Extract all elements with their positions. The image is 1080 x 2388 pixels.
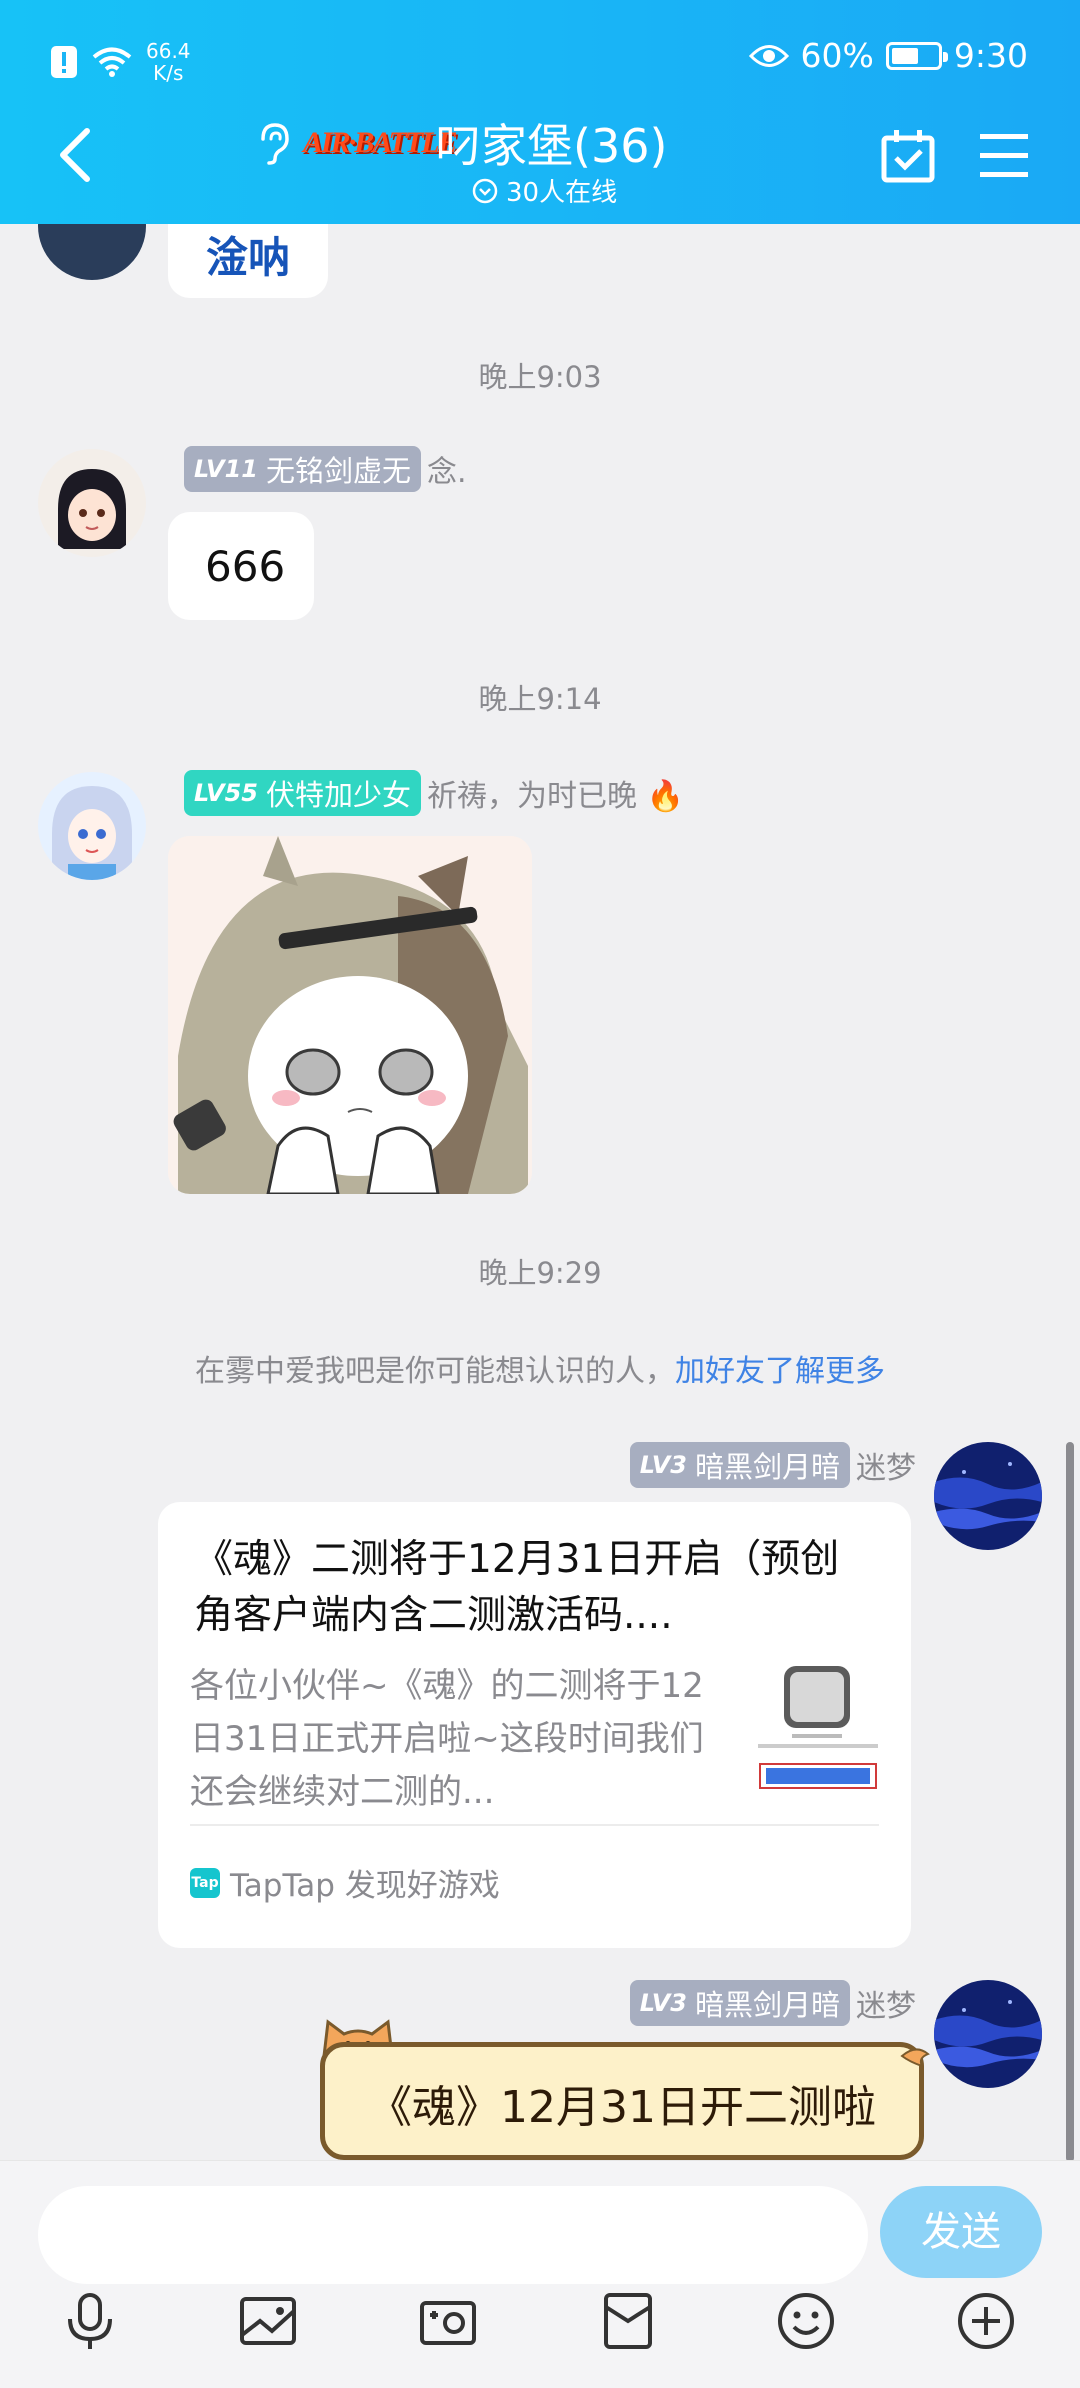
sender-name[interactable]: 迷梦 [856,1981,916,2025]
top-bar: 66.4 K/s 60% 9:30 AIR·BATTLE 叼家堡(36) 30人… [0,0,1080,224]
timestamp: 晚上9:29 [478,1256,602,1290]
sender-line: LV11 无铭剑虚无 念. [184,446,467,492]
alert-icon [51,46,77,78]
sender-name[interactable]: 祈祷，为时已晚 🔥 [427,771,684,815]
clock: 9:30 [953,36,1028,75]
sender-line: LV55 伏特加少女 祈祷，为时已晚 🔥 [184,770,684,816]
link-card[interactable]: 《魂》二测将于12月31日开启（预创角客户端内含二测激活码.... 各位小伙伴~… [158,1502,911,1948]
message-text: 666 [205,542,286,591]
group-title: 叼家堡(36) [435,119,668,173]
friend-suggestion: 在雾中爱我吧是你可能想认识的人，加好友了解更多 [195,1354,885,1389]
level-badge: LV3 暗黑剑月暗 [629,1442,850,1488]
send-button[interactable]: 发送 [880,2186,1042,2278]
sticker-image[interactable] [168,836,532,1194]
level-badge: LV3 暗黑剑月暗 [629,1980,850,2026]
wifi-icon [92,47,132,77]
emoji-icon[interactable] [776,2291,836,2351]
message-text: 《魂》12月31日开二测啦 [368,2082,876,2133]
timestamp: 晚上9:14 [478,682,602,716]
status-bar: 66.4 K/s 60% 9:30 [0,30,1080,90]
battery-percent: 60% [800,36,874,75]
message-input[interactable] [38,2186,868,2284]
online-count[interactable]: 30人在线 [472,172,617,209]
calendar-check-icon[interactable] [880,128,936,184]
plus-icon[interactable] [956,2291,1016,2351]
decorated-message-bubble[interactable]: 《魂》12月31日开二测啦 [320,2042,924,2160]
sender-name[interactable]: 迷梦 [856,1443,916,1487]
level-badge: LV55 伏特加少女 [184,770,421,816]
scrollbar[interactable] [1066,1442,1074,2160]
ear-icon[interactable] [255,121,291,165]
timestamp: 晚上9:03 [478,360,602,394]
sender-name[interactable]: 念. [427,447,467,491]
chat-area[interactable]: 淦呐 晚上9:03 LV11 无铭剑虚无 念. 666 晚上9:14 LV55 … [0,224,1080,2160]
chat-title[interactable]: AIR·BATTLE 叼家堡(36) [255,110,667,176]
microphone-icon[interactable] [60,2291,120,2351]
redpacket-icon[interactable] [598,2291,658,2351]
taptap-icon: Tap [190,1867,220,1898]
message-text: 淦呐 [206,233,291,282]
battery-icon [885,41,948,70]
check-circle-icon [472,178,498,203]
net-speed: 66.4 K/s [146,39,191,85]
image-icon[interactable] [238,2291,298,2351]
avatar[interactable] [38,772,146,880]
message-bubble[interactable]: 666 [168,512,314,620]
level-badge: LV11 无铭剑虚无 [184,446,421,492]
eye-icon [748,44,789,67]
back-icon[interactable] [55,125,95,185]
divider [190,1824,879,1826]
camera-icon[interactable] [418,2291,478,2351]
card-title: 《魂》二测将于12月31日开启（预创角客户端内含二测激活码.... [194,1537,840,1638]
card-source: Tap TapTap 发现好游戏 [190,1867,500,1904]
sender-line: LV3 暗黑剑月暗 迷梦 [629,1442,916,1488]
input-bar: 发送 [0,2160,1080,2388]
tail-decoration-icon [900,2048,930,2068]
card-thumbnail [748,1660,888,1800]
card-description: 各位小伙伴~《魂》的二测将于12日31日正式开启啦~这段时间我们还会继续对二测的… [190,1666,704,1812]
sender-line: LV3 暗黑剑月暗 迷梦 [629,1980,916,2026]
avatar[interactable] [38,449,146,557]
add-friend-link[interactable]: 加好友了解更多 [675,1354,885,1389]
avatar[interactable] [38,224,146,280]
avatar[interactable] [934,1980,1042,2088]
message-bubble[interactable]: 淦呐 [168,224,328,298]
avatar[interactable] [934,1442,1042,1550]
menu-icon[interactable] [976,128,1032,184]
group-logo: AIR·BATTLE [303,126,458,159]
